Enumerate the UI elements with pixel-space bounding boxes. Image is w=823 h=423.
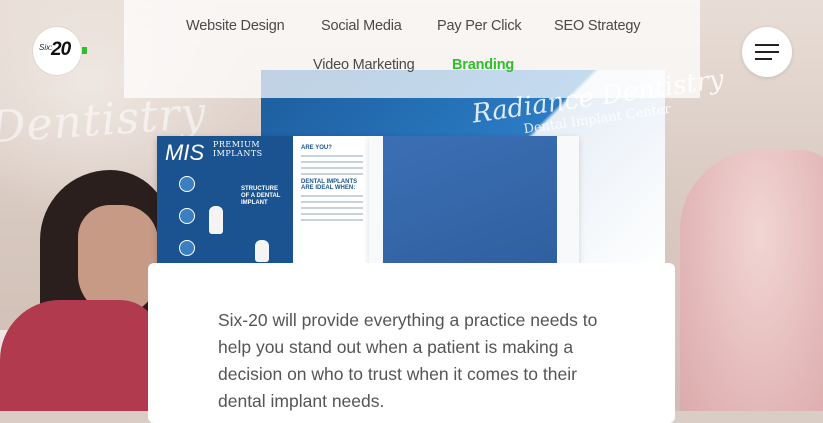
- brochure-left-blue-panel: MIS PREMIUM IMPLANTS STRUCTURE OF A DENT…: [157, 136, 293, 270]
- site-logo[interactable]: Six: 20: [33, 27, 81, 75]
- brochure-side-heading: DENTAL IMPLANTS ARE IDEAL WHEN:: [301, 179, 358, 191]
- card-body-text: Six-20 will provide everything a practic…: [218, 310, 598, 411]
- brochure-middle-blue-panel: [383, 136, 557, 270]
- logo-number: 20: [51, 39, 71, 60]
- brochure-diagram-dot: [179, 176, 195, 192]
- nav-link-branding[interactable]: Branding: [452, 57, 514, 73]
- top-navigation: Website Design Social Media Pay Per Clic…: [124, 0, 700, 98]
- implant-tooth-icon: [209, 206, 223, 234]
- brochure-middle-page: [369, 136, 579, 270]
- nav-link-social-media[interactable]: Social Media: [321, 18, 402, 34]
- hamburger-icon: [755, 44, 779, 46]
- brochure-brand-tagline: PREMIUM IMPLANTS: [213, 140, 263, 158]
- background-person-right: [680, 150, 823, 411]
- nav-link-video-marketing[interactable]: Video Marketing: [313, 57, 415, 73]
- nav-link-seo-strategy[interactable]: SEO Strategy: [554, 18, 640, 34]
- brochure-diagram-dot: [179, 208, 195, 224]
- brochure-left-page: MIS PREMIUM IMPLANTS STRUCTURE OF A DENT…: [157, 136, 369, 270]
- background-person-shirt: [0, 300, 160, 411]
- tooth-icon: [255, 240, 269, 262]
- nav-link-website-design[interactable]: Website Design: [186, 18, 285, 34]
- brochure-diagram-dot: [179, 240, 195, 256]
- brochure-mockup: Radiance Dentistry Dental Implant Center…: [157, 64, 726, 270]
- logo-accent-mark: [82, 47, 87, 54]
- nav-link-pay-per-click[interactable]: Pay Per Click: [437, 18, 522, 34]
- background-person-face: [78, 205, 158, 315]
- brochure-side-column: ARE YOU? DENTAL IMPLANTS ARE IDEAL WHEN:: [301, 142, 363, 225]
- hamburger-icon: [755, 51, 779, 53]
- hamburger-icon: [755, 58, 772, 60]
- content-card: Six-20 will provide everything a practic…: [148, 263, 675, 423]
- menu-button[interactable]: [742, 27, 792, 77]
- brochure-feature-heading: STRUCTURE OF A DENTAL IMPLANT: [241, 186, 281, 206]
- brochure-side-heading: ARE YOU?: [301, 145, 332, 151]
- brochure-brand-mark: MIS: [165, 140, 205, 165]
